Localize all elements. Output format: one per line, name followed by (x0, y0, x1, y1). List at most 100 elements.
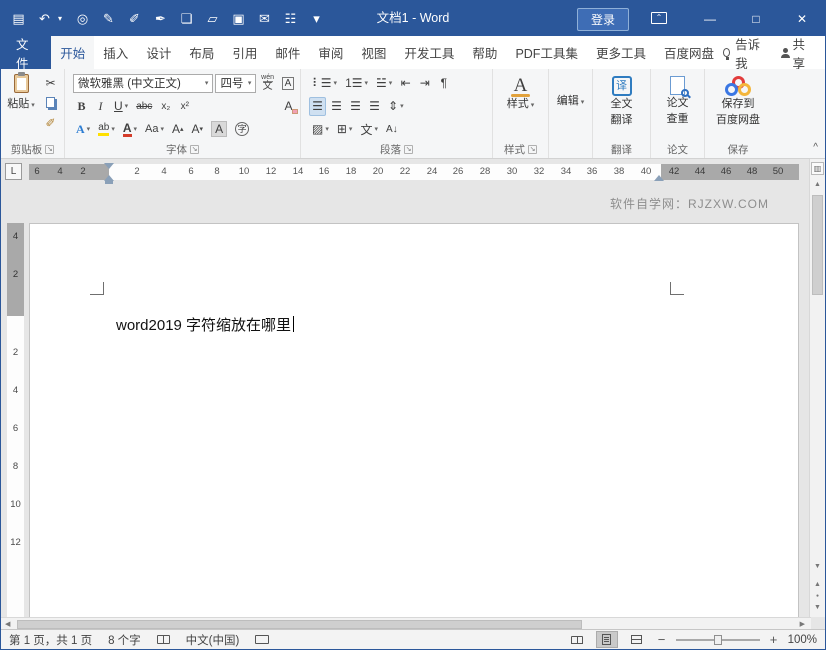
edit-document-icon[interactable]: ✐ (127, 11, 142, 27)
ruler-toggle-button[interactable]: ▥ (811, 162, 824, 175)
tab-mailings[interactable]: 邮件 (266, 36, 309, 69)
right-indent-marker[interactable] (654, 175, 664, 181)
highlight-button[interactable]: ab (95, 120, 118, 139)
sort-button[interactable]: A↓ (383, 120, 401, 139)
decrease-indent-button[interactable]: ⇤ (397, 74, 414, 93)
vertical-scrollbar[interactable]: ▥ ▲ ▼ ▲ ● ▼ (809, 159, 825, 617)
tab-design[interactable]: 设计 (137, 36, 180, 69)
previous-page-button[interactable]: ▲ (810, 581, 825, 588)
left-indent-marker[interactable] (105, 181, 113, 184)
scroll-left-button[interactable]: ◀ (5, 620, 10, 628)
font-dialog-launcher[interactable]: ↘ (190, 145, 199, 154)
login-button[interactable]: 登录 (576, 8, 629, 31)
read-mode-view-button[interactable] (566, 631, 588, 648)
tellme-button[interactable]: 告诉我 (722, 34, 763, 72)
font-color-button[interactable]: A (120, 120, 140, 139)
undo-icon[interactable]: ↶ (37, 11, 52, 27)
numbering-button[interactable]: 1☰ (342, 74, 371, 93)
horizontal-scrollbar-thumb[interactable] (17, 620, 582, 629)
tab-more-tools[interactable]: 更多工具 (587, 36, 655, 69)
align-left-button[interactable]: ☰ (309, 96, 326, 116)
horizontal-ruler[interactable]: 6 4 2 2 4 6 8 10 12 14 16 18 20 22 24 26… (29, 163, 799, 184)
zoom-slider[interactable] (675, 634, 760, 645)
multilevel-list-button[interactable]: ☱ (373, 74, 395, 93)
vertical-scrollbar-thumb[interactable] (812, 195, 823, 295)
underline-button[interactable]: U (111, 97, 131, 116)
pinyin-guide-button[interactable]: wén 文 (258, 74, 276, 93)
print-layout-view-button[interactable] (595, 631, 618, 648)
tab-baidu-netdisk[interactable]: 百度网盘 (655, 36, 723, 69)
next-page-button[interactable]: ▼ (810, 604, 825, 611)
print-preview-icon[interactable]: ◎ (75, 11, 90, 27)
tab-developer[interactable]: 开发工具 (395, 36, 463, 69)
character-shading-button[interactable]: A (208, 120, 230, 139)
tab-references[interactable]: 引用 (223, 36, 266, 69)
tab-review[interactable]: 审阅 (309, 36, 352, 69)
show-marks-button[interactable]: ¶ (435, 74, 452, 93)
page-number-status[interactable]: 第 1 页，共 1 页 (9, 632, 92, 648)
shading-button[interactable]: ▨ (309, 120, 332, 139)
tab-view[interactable]: 视图 (352, 36, 395, 69)
zoom-slider-thumb[interactable] (713, 634, 722, 645)
open-folder-icon[interactable]: ▱ (205, 11, 220, 27)
ink-icon[interactable]: ✒ (153, 11, 168, 27)
format-painter-button[interactable]: ✐ (42, 113, 59, 132)
tab-layout[interactable]: 布局 (180, 36, 223, 69)
grid-icon[interactable]: ▤ (11, 11, 26, 27)
zoom-percentage[interactable]: 100% (788, 634, 817, 646)
ribbon-collapse-button[interactable]: ^ (813, 142, 818, 153)
tab-help[interactable]: 帮助 (463, 36, 506, 69)
language-status[interactable]: 中文(中国) (186, 632, 240, 648)
clear-formatting-button[interactable]: A (280, 97, 298, 116)
paragraph-dialog-launcher[interactable]: ↘ (404, 145, 413, 154)
ribbon-display-options-button[interactable]: ⌃ (651, 12, 667, 24)
subscript-button[interactable]: x₂ (157, 97, 174, 116)
email-icon[interactable]: ✉ (257, 11, 272, 27)
character-border-button[interactable]: A (279, 74, 297, 93)
select-browse-object-button[interactable]: ● (810, 593, 825, 599)
borders-button[interactable]: ⊞ (334, 120, 356, 139)
qat-more-icon[interactable]: ▾ (309, 11, 324, 27)
shrink-font-button[interactable]: A (189, 120, 207, 139)
grow-font-button[interactable]: A (169, 120, 187, 139)
scroll-down-button[interactable]: ▼ (810, 563, 825, 570)
align-right-button[interactable]: ☰ (347, 97, 364, 116)
bullets-button[interactable]: ⠇☰ (309, 74, 340, 93)
text-effects-button[interactable]: A (73, 120, 93, 139)
minimize-button[interactable]: — (687, 1, 733, 36)
copy-button[interactable] (42, 93, 59, 112)
scroll-up-button[interactable]: ▲ (810, 181, 825, 188)
editing-button[interactable]: 编辑 (549, 69, 592, 158)
zoom-out-button[interactable]: − (656, 632, 668, 647)
vertical-ruler[interactable]: 4 2 2 4 6 8 10 12 (7, 223, 24, 617)
tab-insert[interactable]: 插入 (94, 36, 137, 69)
new-document-icon[interactable]: ❏ (179, 11, 194, 27)
clipboard-dialog-launcher[interactable]: ↘ (45, 145, 55, 154)
web-layout-view-button[interactable] (626, 631, 648, 648)
zoom-in-button[interactable]: + (768, 632, 780, 647)
increase-indent-button[interactable]: ⇥ (416, 74, 433, 93)
strikethrough-button[interactable]: abc (133, 97, 155, 116)
enclose-character-button[interactable]: 字 (232, 120, 252, 139)
bold-button[interactable]: B (73, 97, 90, 116)
first-line-indent-marker[interactable] (104, 163, 114, 169)
italic-button[interactable]: I (92, 97, 109, 116)
tab-pdf-tools[interactable]: PDF工具集 (506, 36, 587, 69)
word-count-status[interactable]: 8 个字 (108, 632, 141, 648)
pen-icon[interactable]: ✎ (101, 11, 116, 27)
change-case-button[interactable]: Aa (142, 120, 167, 139)
line-spacing-button[interactable]: ⇕ (385, 97, 407, 116)
justify-button[interactable]: ☰ (366, 97, 383, 116)
styles-dialog-launcher[interactable]: ↘ (528, 145, 537, 154)
asian-layout-button[interactable]: 文 (357, 120, 381, 139)
maximize-button[interactable]: □ (733, 1, 779, 36)
scroll-right-button[interactable]: ▶ (800, 620, 805, 628)
align-center-button[interactable]: ☰ (328, 97, 345, 116)
keyboard-status-icon[interactable] (255, 635, 270, 644)
cut-button[interactable]: ✂ (42, 73, 59, 92)
paste-button[interactable]: 粘贴 (5, 72, 37, 111)
share-button[interactable]: 共享 (780, 34, 811, 72)
undo-dropdown-icon[interactable]: ▾ (56, 14, 64, 23)
tab-home[interactable]: 开始 (51, 36, 95, 69)
font-size-combo[interactable]: 四号 (215, 73, 257, 93)
